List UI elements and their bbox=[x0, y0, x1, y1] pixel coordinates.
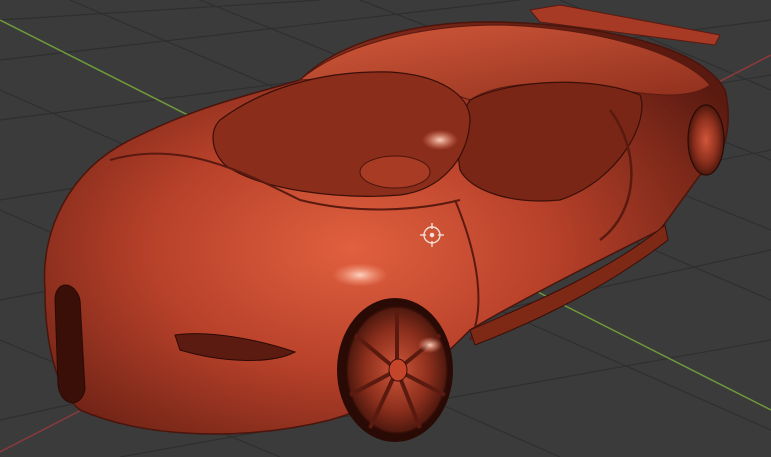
front-wheel bbox=[337, 298, 453, 442]
rear-wheel bbox=[687, 104, 725, 176]
car-model[interactable] bbox=[43, 4, 729, 442]
fender-highlight bbox=[332, 263, 388, 287]
cockpit-highlight bbox=[422, 130, 458, 150]
front-grille bbox=[54, 284, 86, 403]
engine-cover bbox=[359, 155, 431, 189]
3d-viewport[interactable] bbox=[0, 0, 771, 457]
viewport-scene[interactable] bbox=[0, 0, 771, 457]
